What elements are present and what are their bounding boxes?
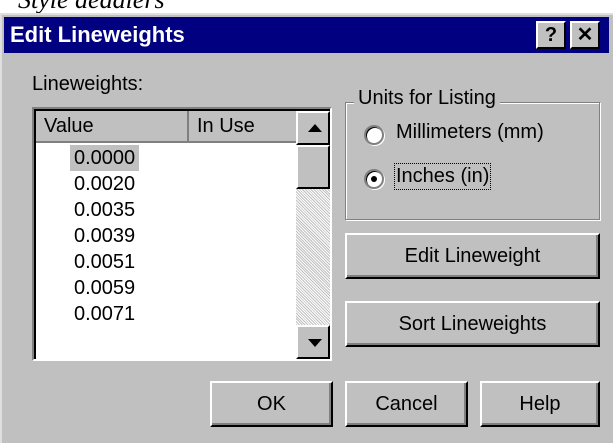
scroll-up-button[interactable] — [296, 111, 330, 145]
arrow-down-icon — [308, 339, 322, 347]
radio-inches-label[interactable]: Inches (in) — [393, 163, 492, 190]
radio-millimeters-label[interactable]: Millimeters (mm) — [396, 121, 544, 144]
question-icon: ? — [544, 24, 558, 46]
close-icon: ✕ — [576, 24, 594, 46]
radio-millimeters[interactable] — [364, 125, 384, 145]
column-header-value-label: Value — [44, 115, 94, 137]
list-scrollbar[interactable] — [296, 111, 330, 359]
list-item[interactable]: 0.0039 — [70, 223, 139, 249]
list-item[interactable]: 0.0020 — [70, 171, 139, 197]
dialog-titlebar: Edit Lineweights ? ✕ — [4, 17, 609, 53]
column-header-in-use[interactable]: In Use — [189, 111, 298, 143]
edit-lineweight-button[interactable]: Edit Lineweight — [345, 233, 600, 279]
scroll-thumb[interactable] — [296, 145, 330, 189]
help-question-button[interactable]: ? — [536, 21, 566, 49]
help-button[interactable]: Help — [480, 381, 600, 427]
list-item[interactable]: 0.0059 — [70, 275, 139, 301]
lineweights-listbox[interactable]: Value In Use 0.0000 0.0020 0.0035 0.0039… — [32, 107, 332, 361]
radio-selected-dot — [371, 176, 377, 182]
dialog-title: Edit Lineweights — [10, 22, 185, 47]
arrow-up-icon — [308, 124, 322, 132]
edit-lineweights-dialog: Edit Lineweights ? ✕ Lineweights: Value … — [0, 13, 613, 443]
radio-inches[interactable] — [364, 169, 384, 189]
close-button[interactable]: ✕ — [570, 21, 600, 49]
list-item[interactable]: 0.0035 — [70, 197, 139, 223]
list-item[interactable]: 0.0051 — [70, 249, 139, 275]
column-header-in-use-label: In Use — [197, 115, 255, 137]
lineweights-label: Lineweights: — [32, 73, 143, 96]
units-group-box — [345, 102, 600, 220]
lineweights-label-text: Lineweights: — [32, 73, 144, 95]
list-item[interactable]: 0.0071 — [70, 301, 139, 327]
ok-button[interactable]: OK — [210, 381, 333, 427]
list-item[interactable]: 0.0000 — [70, 145, 140, 171]
cancel-button[interactable]: Cancel — [345, 381, 468, 427]
scroll-down-button[interactable] — [296, 325, 330, 359]
units-group-label: Units for Listing — [354, 87, 500, 110]
column-header-value[interactable]: Value — [36, 111, 189, 143]
sort-lineweights-button[interactable]: Sort Lineweights — [345, 301, 600, 347]
